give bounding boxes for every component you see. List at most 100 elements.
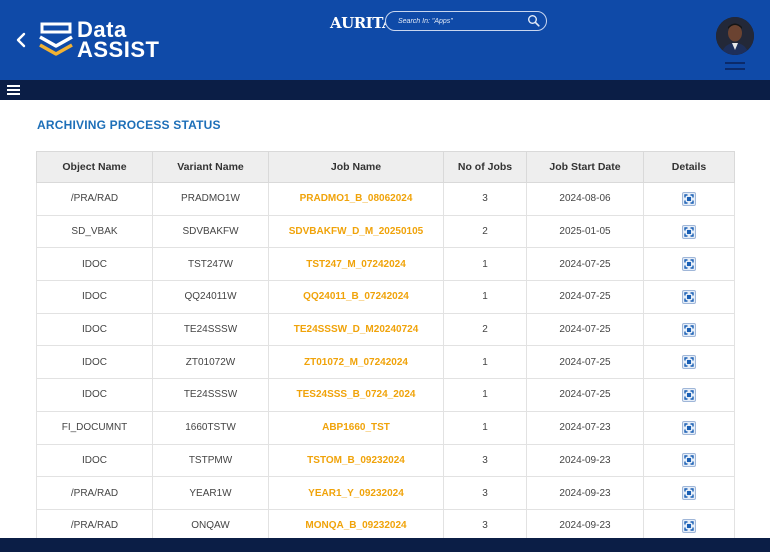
archiving-status-table: Object Name Variant Name Job Name No of … bbox=[36, 151, 735, 543]
cell-details bbox=[643, 410, 735, 445]
table-row: FI_DOCUMNT 1660TSTW ABP1660_TST 1 2024-07-23 bbox=[36, 410, 735, 445]
expand-icon[interactable] bbox=[682, 420, 696, 435]
column-header-details: Details bbox=[643, 151, 735, 183]
table-row: IDOC TE24SSSW TES24SSS_B_0724_2024 1 2024-07… bbox=[36, 378, 735, 412]
table-row: IDOC TST247W TST247_M_07242024 1 2024-07-25 bbox=[36, 247, 735, 282]
table-row: IDOC TSTPMW TSTOM_B_09232024 3 2024-09-23 bbox=[36, 443, 735, 478]
table-row: /PRA/RAD PRADMO1W PRADMO1_B_08062024 3 2024-… bbox=[36, 182, 735, 216]
cell-job-name-link[interactable]: PRADMO1_B_08062024 bbox=[268, 182, 444, 216]
column-header-no-of-jobs[interactable]: No of Jobs bbox=[443, 151, 527, 183]
table-row: SD_VBAK SDVBAKFW SDVBAKFW_D_M_20250105 2 202… bbox=[36, 214, 735, 249]
cell-no-of-jobs: 3 bbox=[443, 443, 527, 478]
cell-no-of-jobs: 1 bbox=[443, 410, 527, 445]
cell-job-start-date: 2024-09-23 bbox=[526, 476, 644, 510]
cell-variant-name: PRADMO1W bbox=[152, 182, 269, 216]
cell-job-start-date: 2024-07-25 bbox=[526, 312, 644, 347]
expand-icon[interactable] bbox=[682, 518, 696, 533]
search-input[interactable] bbox=[398, 14, 518, 28]
expand-icon[interactable] bbox=[682, 387, 696, 402]
cell-variant-name: TSTPMW bbox=[152, 443, 269, 478]
cell-no-of-jobs: 1 bbox=[443, 280, 527, 314]
cell-job-name-link[interactable]: ABP1660_TST bbox=[268, 410, 444, 445]
cell-variant-name: ZT01072W bbox=[152, 345, 269, 380]
cell-job-name-link[interactable]: TSTOM_B_09232024 bbox=[268, 443, 444, 478]
app-header: Data ASSIST AURITAS bbox=[0, 0, 770, 80]
logo-text-assist: ASSIST bbox=[77, 37, 160, 62]
cell-details bbox=[643, 345, 735, 380]
cell-no-of-jobs: 3 bbox=[443, 182, 527, 216]
cell-details bbox=[643, 312, 735, 347]
logo-mark-icon bbox=[39, 22, 73, 56]
expand-icon[interactable] bbox=[682, 355, 696, 370]
cell-variant-name: 1660TSTW bbox=[152, 410, 269, 445]
column-header-job-name[interactable]: Job Name bbox=[268, 151, 444, 183]
user-avatar[interactable] bbox=[716, 17, 754, 55]
cell-object-name: SD_VBAK bbox=[36, 214, 153, 249]
search-box bbox=[385, 11, 547, 31]
cell-details bbox=[643, 443, 735, 478]
expand-icon[interactable] bbox=[682, 486, 696, 501]
hamburger-icon[interactable] bbox=[7, 85, 20, 95]
cell-job-name-link[interactable]: YEAR1_Y_09232024 bbox=[268, 476, 444, 510]
cell-job-name-link[interactable]: ZT01072_M_07242024 bbox=[268, 345, 444, 380]
table-row: IDOC ZT01072W ZT01072_M_07242024 1 2024-07-2… bbox=[36, 345, 735, 380]
cell-object-name: /PRA/RAD bbox=[36, 476, 153, 510]
cell-object-name: IDOC bbox=[36, 280, 153, 314]
search-icon[interactable] bbox=[527, 14, 540, 27]
chevron-left-icon[interactable] bbox=[13, 30, 29, 50]
cell-job-name-link[interactable]: TST247_M_07242024 bbox=[268, 247, 444, 282]
column-header-object-name[interactable]: Object Name bbox=[36, 151, 153, 183]
table-row: IDOC TE24SSSW TE24SSSW_D_M20240724 2 2024-07… bbox=[36, 312, 735, 347]
cell-details bbox=[643, 214, 735, 249]
cell-variant-name: TE24SSSW bbox=[152, 312, 269, 347]
cell-variant-name: YEAR1W bbox=[152, 476, 269, 510]
cell-job-start-date: 2024-07-25 bbox=[526, 247, 644, 282]
expand-icon[interactable] bbox=[682, 289, 696, 304]
header-menu-icon[interactable] bbox=[725, 62, 745, 72]
cell-job-start-date: 2024-07-25 bbox=[526, 280, 644, 314]
expand-icon[interactable] bbox=[682, 322, 696, 337]
cell-no-of-jobs: 2 bbox=[443, 312, 527, 347]
column-header-variant-name[interactable]: Variant Name bbox=[152, 151, 269, 183]
cell-variant-name: TE24SSSW bbox=[152, 378, 269, 412]
cell-object-name: FI_DOCUMNT bbox=[36, 410, 153, 445]
cell-details bbox=[643, 476, 735, 510]
cell-no-of-jobs: 1 bbox=[443, 345, 527, 380]
cell-job-name-link[interactable]: QQ24011_B_07242024 bbox=[268, 280, 444, 314]
table-header-row: Object Name Variant Name Job Name No of … bbox=[36, 151, 735, 183]
cell-details bbox=[643, 182, 735, 216]
cell-job-start-date: 2024-09-23 bbox=[526, 443, 644, 478]
column-header-job-start-date[interactable]: Job Start Date bbox=[526, 151, 644, 183]
cell-no-of-jobs: 1 bbox=[443, 378, 527, 412]
page-title: ARCHIVING PROCESS STATUS bbox=[37, 118, 221, 132]
cell-variant-name: SDVBAKFW bbox=[152, 214, 269, 249]
nav-bar bbox=[0, 80, 770, 100]
avatar-photo-icon bbox=[716, 17, 754, 55]
cell-object-name: IDOC bbox=[36, 345, 153, 380]
cell-object-name: IDOC bbox=[36, 312, 153, 347]
cell-object-name: /PRA/RAD bbox=[36, 182, 153, 216]
cell-job-start-date: 2025-01-05 bbox=[526, 214, 644, 249]
expand-icon[interactable] bbox=[682, 257, 696, 272]
cell-job-start-date: 2024-07-25 bbox=[526, 345, 644, 380]
cell-job-name-link[interactable]: SDVBAKFW_D_M_20250105 bbox=[268, 214, 444, 249]
expand-icon[interactable] bbox=[682, 191, 696, 206]
cell-job-name-link[interactable]: TES24SSS_B_0724_2024 bbox=[268, 378, 444, 412]
expand-icon[interactable] bbox=[682, 224, 696, 239]
expand-icon[interactable] bbox=[682, 453, 696, 468]
data-assist-logo[interactable]: Data ASSIST bbox=[38, 18, 162, 64]
cell-job-start-date: 2024-08-06 bbox=[526, 182, 644, 216]
cell-job-name-link[interactable]: TE24SSSW_D_M20240724 bbox=[268, 312, 444, 347]
cell-details bbox=[643, 378, 735, 412]
cell-no-of-jobs: 2 bbox=[443, 214, 527, 249]
cell-no-of-jobs: 1 bbox=[443, 247, 527, 282]
cell-object-name: IDOC bbox=[36, 378, 153, 412]
cell-variant-name: QQ24011W bbox=[152, 280, 269, 314]
table-row: /PRA/RAD YEAR1W YEAR1_Y_09232024 3 2024-09-2… bbox=[36, 476, 735, 510]
cell-details bbox=[643, 247, 735, 282]
cell-no-of-jobs: 3 bbox=[443, 476, 527, 510]
table-body: /PRA/RAD PRADMO1W PRADMO1_B_08062024 3 2024-… bbox=[36, 182, 735, 543]
cell-object-name: IDOC bbox=[36, 247, 153, 282]
footer-bar bbox=[0, 538, 770, 552]
cell-variant-name: TST247W bbox=[152, 247, 269, 282]
